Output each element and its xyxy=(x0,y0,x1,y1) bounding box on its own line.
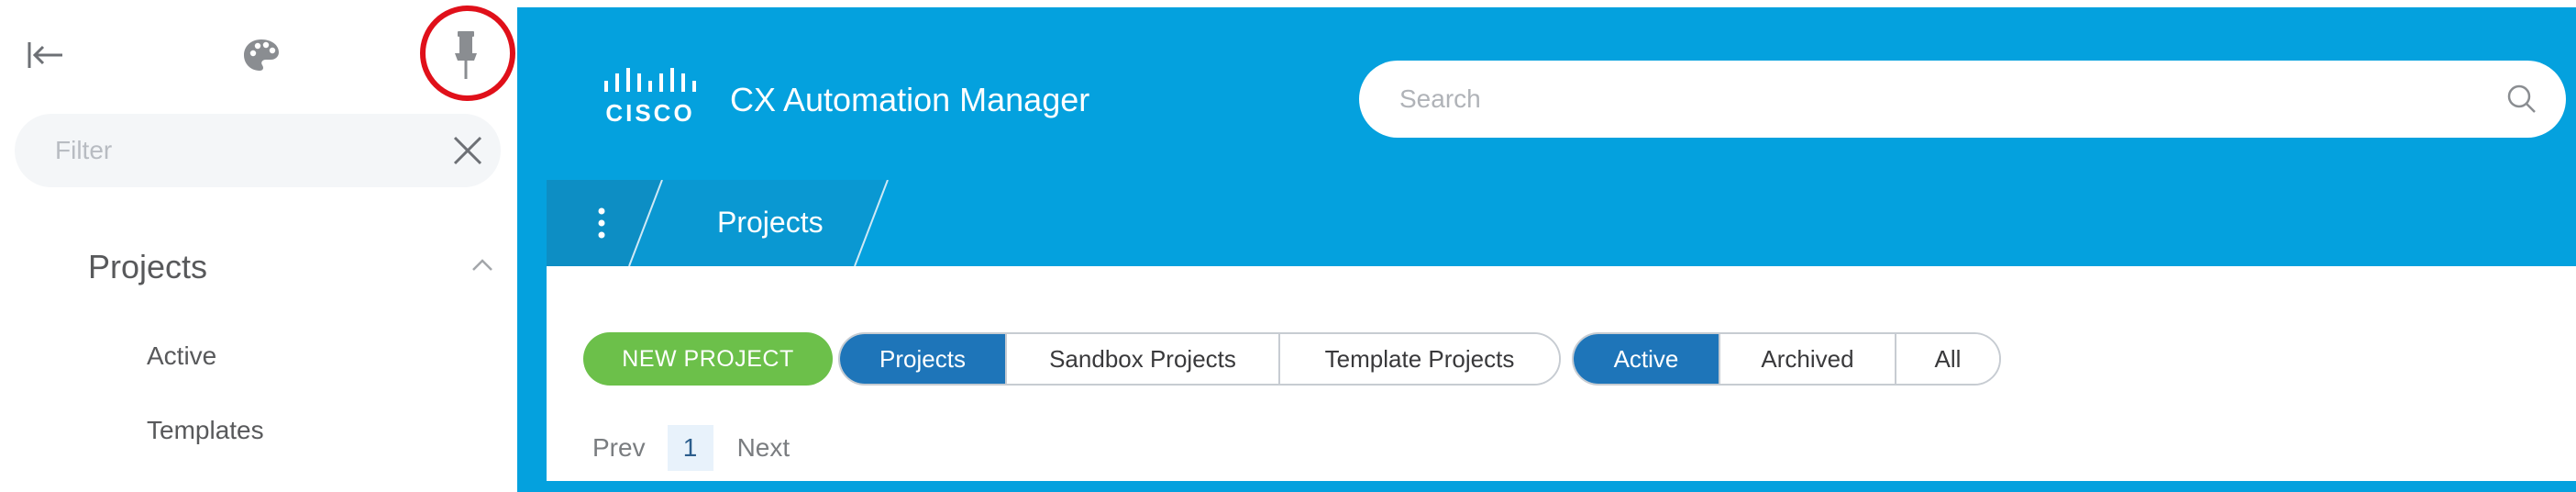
project-type-filter: Projects Sandbox Projects Template Proje… xyxy=(838,332,1561,386)
tab-archived[interactable]: Archived xyxy=(1720,334,1896,384)
tab-projects[interactable]: Projects xyxy=(840,334,1007,384)
sidebar-section-projects[interactable]: Projects xyxy=(88,248,207,286)
pagination: Prev 1 Next xyxy=(592,425,790,471)
next-page-link[interactable]: Next xyxy=(737,433,790,463)
bottom-accent-bar xyxy=(517,481,2576,492)
page-number[interactable]: 1 xyxy=(667,425,713,471)
search-input[interactable] xyxy=(1398,79,2480,119)
sidebar-item-active[interactable]: Active xyxy=(147,341,216,371)
main-area: CISCO CX Automation Manager Projects xyxy=(517,0,2576,492)
prev-page-link[interactable]: Prev xyxy=(592,433,646,463)
search-box xyxy=(1359,61,2566,138)
status-filter: Active Archived All xyxy=(1572,332,2001,386)
app-title: CX Automation Manager xyxy=(730,81,1090,118)
kebab-menu-icon[interactable] xyxy=(547,180,657,266)
tab-all[interactable]: All xyxy=(1896,334,1999,384)
tab-active[interactable]: Active xyxy=(1574,334,1720,384)
cisco-logo: CISCO xyxy=(604,68,696,127)
left-accent-strip xyxy=(517,180,547,481)
close-icon[interactable] xyxy=(446,129,490,173)
header-bar: CISCO CX Automation Manager xyxy=(517,7,2576,180)
chevron-up-icon[interactable] xyxy=(470,253,495,279)
palette-icon[interactable] xyxy=(229,28,293,83)
svg-text:CISCO: CISCO xyxy=(605,99,694,127)
tab-template-projects[interactable]: Template Projects xyxy=(1280,334,1559,384)
breadcrumb-projects[interactable]: Projects xyxy=(717,206,824,240)
sidebar: Projects Active Templates xyxy=(0,0,517,492)
search-icon[interactable] xyxy=(2504,81,2540,117)
new-project-button[interactable]: NEW PROJECT xyxy=(583,332,833,386)
collapse-sidebar-icon[interactable] xyxy=(20,28,72,83)
breadcrumb: Projects xyxy=(547,180,2576,266)
filter-input[interactable] xyxy=(53,130,402,171)
pin-highlight-circle xyxy=(420,6,515,101)
tab-sandbox-projects[interactable]: Sandbox Projects xyxy=(1007,334,1280,384)
filter-box xyxy=(15,114,501,187)
sidebar-item-templates[interactable]: Templates xyxy=(147,416,264,445)
